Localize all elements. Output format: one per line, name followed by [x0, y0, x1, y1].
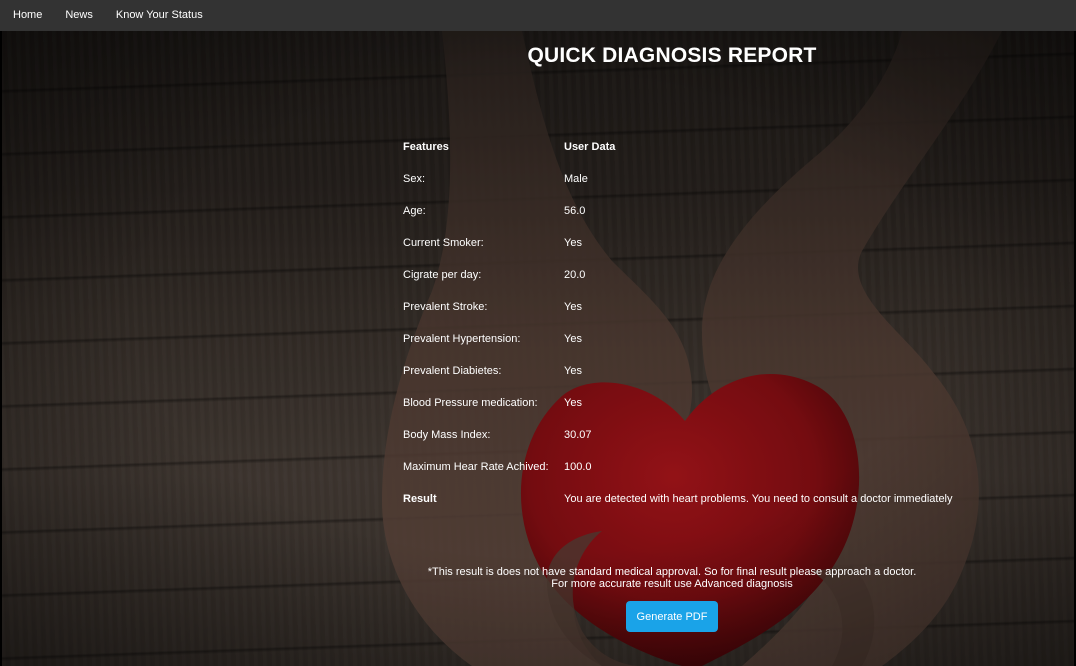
feature-value: 56.0 [564, 205, 586, 217]
feature-label: Prevalent Hypertension: [403, 333, 521, 345]
features-header: Features [403, 141, 449, 153]
feature-label: Sex: [403, 173, 426, 185]
feature-value: Yes [564, 333, 582, 345]
page-title: QUICK DIAGNOSIS REPORT [527, 44, 817, 67]
disclaimer-line-1: *This result is does not have standard m… [427, 566, 917, 578]
top-navbar: Home News Know Your Status [0, 0, 1076, 31]
feature-label: Prevalent Diabietes: [403, 365, 502, 377]
nav-know-your-status-link[interactable]: Know Your Status [104, 0, 214, 31]
nav-home-link[interactable]: Home [1, 0, 53, 31]
nav-news-link[interactable]: News [53, 0, 104, 31]
feature-value: Yes [564, 365, 582, 377]
feature-label: Body Mass Index: [403, 429, 491, 441]
feature-label: Blood Pressure medication: [403, 397, 538, 409]
feature-label: Age: [403, 205, 426, 217]
feature-label: Prevalent Stroke: [403, 301, 488, 313]
feature-value: Male [564, 173, 588, 185]
feature-value: Yes [564, 397, 582, 409]
generate-pdf-button[interactable]: Generate PDF [626, 601, 718, 632]
feature-value: Yes [564, 301, 582, 313]
user-data-header: User Data [564, 141, 616, 153]
feature-value: 20.0 [564, 269, 586, 281]
result-value: You are detected with heart problems. Yo… [564, 493, 953, 505]
feature-value: Yes [564, 237, 582, 249]
feature-value: 100.0 [564, 461, 592, 473]
feature-label: Maximum Hear Rate Achived: [403, 461, 549, 473]
feature-label: Current Smoker: [403, 237, 484, 249]
result-label: Result [403, 493, 437, 505]
disclaimer-line-2: For more accurate result use Advanced di… [551, 578, 793, 590]
feature-label: Cigrate per day: [403, 269, 482, 281]
feature-value: 30.07 [564, 429, 592, 441]
